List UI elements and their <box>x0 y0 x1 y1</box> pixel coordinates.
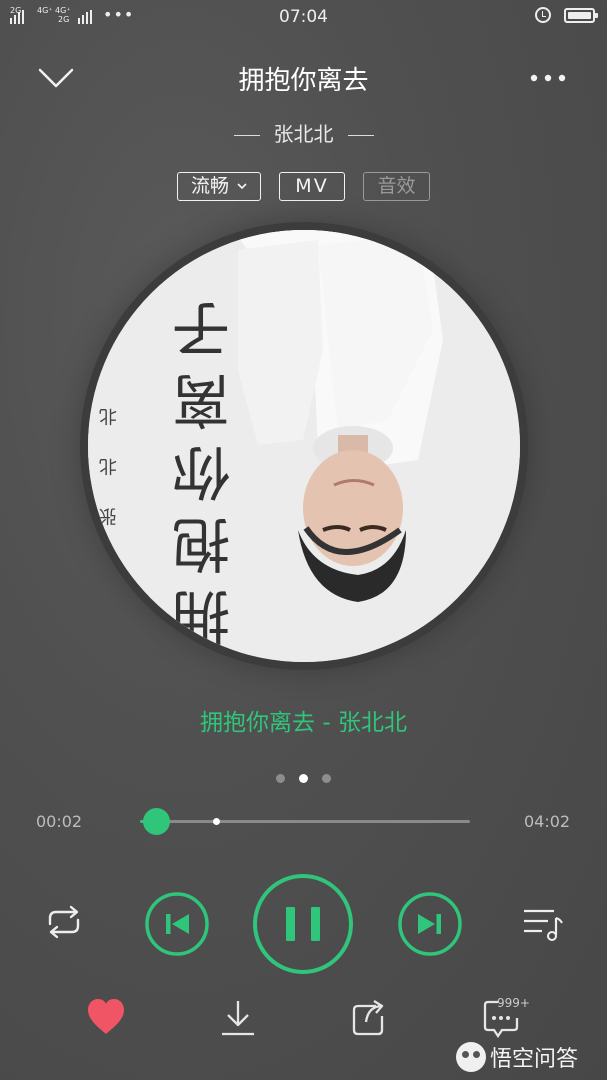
download-button[interactable] <box>219 998 257 1042</box>
next-button[interactable] <box>397 891 463 957</box>
status-time: 07:04 <box>279 7 328 27</box>
share-button[interactable] <box>350 998 390 1042</box>
download-icon <box>222 1001 254 1036</box>
like-button[interactable] <box>86 998 126 1040</box>
page-dot[interactable] <box>299 774 308 783</box>
mv-button[interactable]: MV <box>279 172 345 201</box>
comment-count-badge: 999+ <box>497 996 530 1010</box>
playlist-button[interactable] <box>522 906 564 942</box>
cover-title-char: 离 <box>172 366 230 434</box>
page-indicator <box>0 774 607 783</box>
current-lyric[interactable]: 拥抱你离去 - 张北北 <box>0 703 607 737</box>
previous-icon <box>145 892 209 956</box>
repeat-button[interactable] <box>42 904 86 940</box>
album-art[interactable]: 子 离 你 抱 拥 北 北 张 <box>88 230 520 662</box>
watermark: 悟空问答 <box>456 1041 578 1073</box>
quality-select[interactable]: 流畅 <box>177 172 261 201</box>
progress-bar[interactable] <box>140 808 470 835</box>
repeat-icon <box>48 905 80 939</box>
heart-icon <box>88 999 124 1034</box>
cover-artist-char: 北 <box>99 455 117 476</box>
divider <box>347 134 374 137</box>
cover-title-char: 子 <box>172 294 230 362</box>
next-icon <box>398 892 462 956</box>
divider <box>233 134 260 137</box>
page-dot[interactable] <box>322 774 331 783</box>
progress-thumb[interactable] <box>142 808 170 835</box>
artist-line: 张北北 <box>0 118 607 147</box>
current-time: 00:02 <box>36 812 83 831</box>
chevron-down-icon <box>237 183 247 190</box>
quality-label: 流畅 <box>190 175 229 197</box>
share-icon <box>352 1000 384 1036</box>
cover-artist-char: 北 <box>99 405 117 426</box>
battery-icon <box>564 8 598 23</box>
more-button[interactable] <box>528 68 568 88</box>
playlist-icon <box>524 909 563 941</box>
buffer-marker <box>212 818 220 825</box>
wukong-logo-icon <box>456 1042 486 1072</box>
watermark-text: 悟空问答 <box>490 1047 579 1072</box>
alarm-icon <box>535 7 551 23</box>
cover-artist-char: 张 <box>99 505 117 526</box>
song-title: 拥抱你离去 <box>238 66 369 96</box>
cover-title-char: 你 <box>172 438 230 506</box>
more-dots-icon <box>530 74 566 82</box>
page-dot[interactable] <box>276 774 285 783</box>
album-cover-image: 子 离 你 抱 拥 北 北 张 <box>88 230 520 662</box>
previous-button[interactable] <box>144 891 210 957</box>
artist-name[interactable]: 张北北 <box>274 122 334 146</box>
sound-effects-button[interactable]: 音效 <box>363 172 430 201</box>
total-time: 04:02 <box>524 812 571 831</box>
status-bar: 2G 4G⁺ 4G⁺ 2G ••• 07:04 <box>0 0 607 34</box>
pause-icon <box>253 874 353 974</box>
cover-title-char: 抱 <box>172 510 230 578</box>
pause-button[interactable] <box>252 873 354 975</box>
